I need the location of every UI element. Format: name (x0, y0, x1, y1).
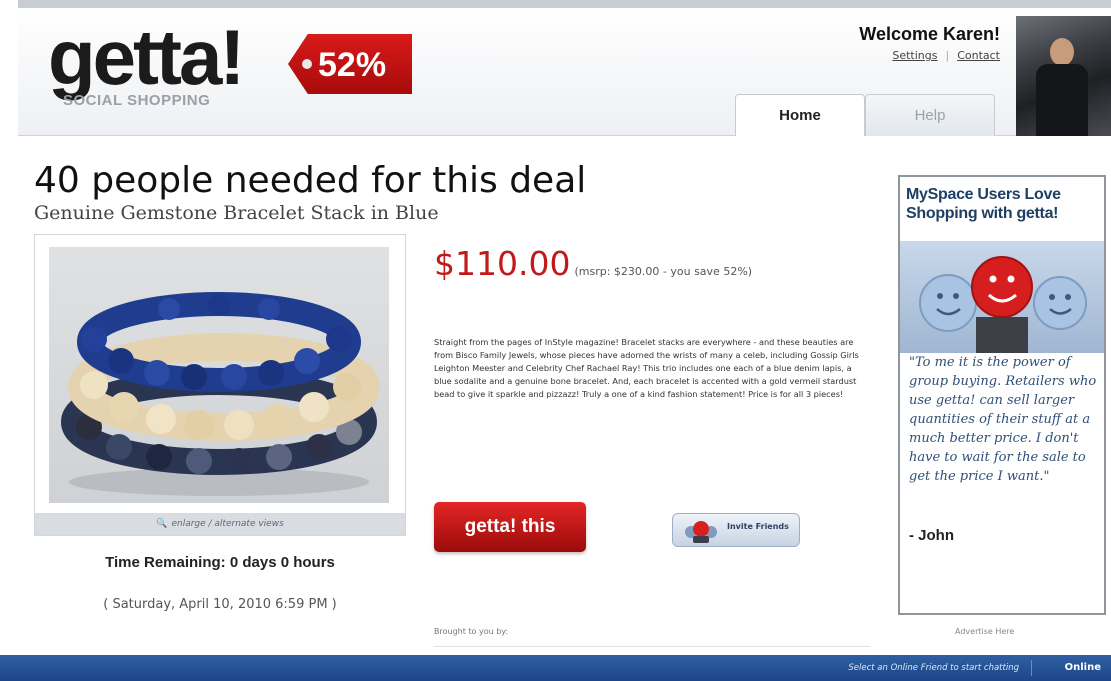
price-block: $110.00 (msrp: $230.00 - you save 52%) (434, 244, 752, 283)
contact-link[interactable]: Contact (957, 49, 1000, 62)
ad-author: - John (909, 527, 954, 544)
avatar-head (1050, 38, 1074, 66)
deal-title: 40 people needed for this deal (34, 160, 587, 201)
site-header: getta! SOCIAL SHOPPING 52% Welcome Karen… (18, 8, 1111, 136)
user-avatar[interactable] (1016, 16, 1111, 136)
chat-bar: Select an Online Friend to start chattin… (0, 655, 1111, 681)
deal-subtitle: Genuine Gemstone Bracelet Stack in Blue (34, 202, 439, 224)
invite-friends-label: Invite Friends (727, 522, 789, 531)
welcome-block: Welcome Karen! Settings | Contact (859, 24, 1000, 62)
page: getta! SOCIAL SHOPPING 52% Welcome Karen… (0, 0, 1111, 681)
settings-link[interactable]: Settings (892, 49, 937, 62)
ad-illustration (900, 241, 1104, 353)
chat-divider (1031, 660, 1032, 676)
link-separator: | (945, 49, 950, 62)
enlarge-link[interactable]: 🔍 enlarge / alternate views (35, 513, 405, 535)
magnifier-icon: 🔍 (156, 519, 168, 529)
ad-headline: MySpace Users Love Shopping with getta! (906, 186, 1061, 222)
sidebar-ad[interactable]: MySpace Users Love Shopping with getta! … (898, 175, 1106, 615)
tab-home[interactable]: Home (735, 94, 865, 136)
deal-end-date: ( Saturday, April 10, 2010 6:59 PM ) (103, 597, 337, 612)
chat-status-text[interactable]: Select an Online Friend to start chattin… (848, 663, 1019, 673)
chat-online-toggle[interactable]: Online (1065, 662, 1101, 673)
account-links: Settings | Contact (859, 49, 1000, 62)
tab-help[interactable]: Help (865, 94, 995, 136)
top-border (18, 0, 1111, 8)
welcome-message: Welcome Karen! (859, 24, 1000, 44)
product-image-frame: 🔍 enlarge / alternate views (34, 234, 406, 536)
discount-tag-text: 52% (318, 46, 387, 84)
advertise-here-link[interactable]: Advertise Here (955, 627, 1014, 636)
logo-wordmark: getta! (48, 13, 245, 101)
deal-description: Straight from the pages of InStyle magaz… (434, 337, 859, 399)
discount-tag: 52% (288, 34, 412, 94)
invite-friends-button[interactable]: Invite Friends (672, 513, 800, 547)
msrp-note: (msrp: $230.00 - you save 52%) (574, 265, 753, 278)
tag-hole-icon (302, 59, 312, 69)
logo-subtitle: SOCIAL SHOPPING (63, 92, 211, 109)
time-remaining: Time Remaining: 0 days 0 hours (105, 554, 335, 571)
avatar-body (1036, 64, 1088, 136)
brought-by-divider (434, 646, 870, 647)
friends-icon (685, 521, 717, 543)
getta-this-button[interactable]: getta! this (434, 502, 586, 552)
getta-logo[interactable]: getta! (48, 13, 245, 101)
deal-price: $110.00 (434, 244, 571, 283)
product-image[interactable] (49, 247, 389, 503)
brought-by-label: Brought to you by: (434, 627, 509, 636)
smiley-group-icon (919, 256, 1087, 353)
bracelet-stack-image (61, 292, 380, 496)
ad-quote: "To me it is the power of group buying. … (909, 355, 1097, 484)
enlarge-label: enlarge / alternate views (171, 519, 284, 529)
